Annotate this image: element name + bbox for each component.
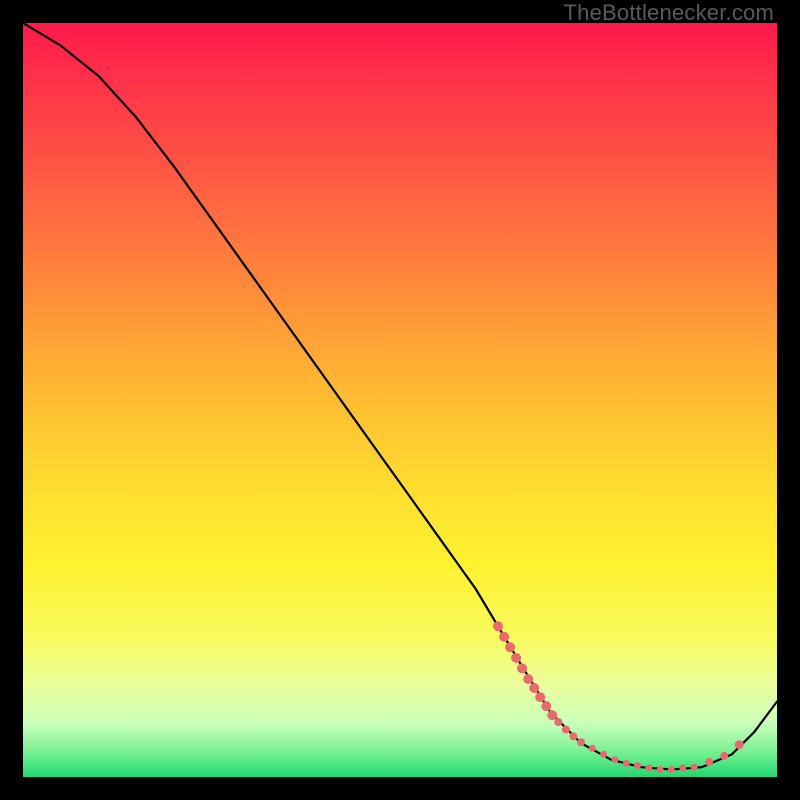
bottleneck-curve bbox=[23, 23, 777, 770]
highlight-dot bbox=[562, 726, 570, 734]
highlight-dot bbox=[600, 751, 607, 758]
highlight-dot bbox=[499, 632, 509, 642]
highlight-dot bbox=[517, 663, 527, 673]
highlight-dot bbox=[634, 762, 641, 769]
highlight-dot bbox=[535, 692, 545, 702]
highlight-dot bbox=[511, 653, 521, 663]
highlight-dot bbox=[547, 710, 557, 720]
highlight-dot bbox=[720, 752, 728, 760]
highlight-dot bbox=[505, 642, 515, 652]
chart-svg bbox=[23, 23, 777, 777]
highlight-dot bbox=[679, 765, 686, 772]
highlight-dot bbox=[554, 718, 562, 726]
highlight-dot bbox=[541, 701, 551, 711]
highlight-dot bbox=[577, 738, 585, 746]
highlight-dot bbox=[623, 760, 630, 767]
highlight-dot bbox=[523, 674, 533, 684]
highlight-dot bbox=[529, 683, 539, 693]
highlight-dot bbox=[691, 764, 698, 771]
highlight-dot bbox=[611, 756, 618, 763]
highlight-dot bbox=[569, 732, 577, 740]
plot-area bbox=[23, 23, 777, 777]
highlight-dot bbox=[705, 758, 713, 766]
highlight-dot bbox=[668, 766, 675, 773]
highlight-dot bbox=[493, 621, 503, 631]
highlight-dot bbox=[735, 740, 744, 749]
highlight-dots bbox=[493, 621, 744, 773]
highlight-dot bbox=[589, 745, 596, 752]
chart-frame: TheBottlenecker.com bbox=[0, 0, 800, 800]
highlight-dot bbox=[657, 766, 664, 773]
highlight-dot bbox=[645, 765, 652, 772]
